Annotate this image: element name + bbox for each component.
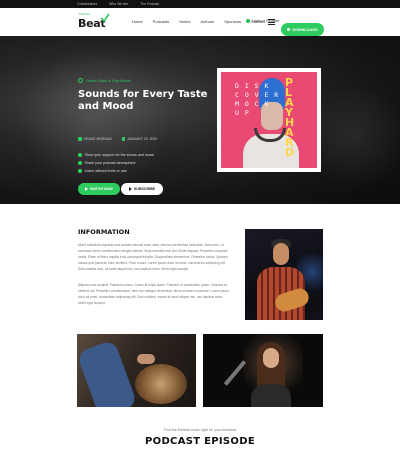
bullet-text: Share your podcast atmosphere [84,161,136,165]
bullet-text: Listen without limits or ads [84,169,127,173]
check-icon [78,169,82,173]
hero-bullets: Show your support for the shows and musi… [78,151,154,175]
music-icon [78,78,83,83]
play-icon [128,187,132,191]
top-bar: Collaborators Who We Are The Podcast [0,0,400,8]
podcast-title: PODCAST EPISODE [145,436,255,447]
bullet-text: Show your support for the shows and musi… [84,153,155,157]
podcast-subtitle: Find the liveliest music right for your … [163,428,237,432]
menu-icon[interactable] [268,19,275,25]
info-paragraph-1: Morbi sollicitudin egestas erat sodales … [78,243,228,271]
play-icon [85,187,89,191]
guitarist-photo [245,229,323,320]
cover-side-text: PLAYHARD [285,76,295,159]
list-item: Show your support for the shows and musi… [78,151,154,159]
author-icon [78,137,82,141]
hero-eyebrow-text: Guest Stars & Pop Music [86,78,131,83]
info-paragraph-2: Aliquam erat volutpat. Praesent cursus. … [78,283,229,305]
check-icon [78,153,82,157]
hero-date: JANUARY 20, 2020 [127,137,158,141]
nav-series[interactable]: Series [179,19,190,24]
nav-sponsors[interactable]: Sponsors [224,19,241,24]
list-item: Listen without limits or ads [78,167,154,175]
site-header: Podcast Beat Home Podcasts Series Author… [0,8,400,36]
download-icon [287,28,291,31]
singer-photo [203,334,323,407]
nav-home[interactable]: Home [132,19,143,24]
nav-authors[interactable]: Authors [200,19,214,24]
drummer-photo [77,334,196,407]
logo-check-icon [100,13,110,23]
hero-title: Sounds for Every Taste and Mood [78,89,208,112]
watch-now-button[interactable]: WATCH NOW [78,183,120,195]
user-icon [246,19,250,23]
downloads-button[interactable]: DOWNLOADS [281,23,324,36]
login-label: Login or Register [252,19,280,23]
album-cover: D I S K C O V E R M O C K U P PLAYHARD [217,68,321,172]
hero-eyebrow: Guest Stars & Pop Music [78,78,131,83]
subscribe-button[interactable]: SUBSCRIBE [121,183,163,195]
check-icon [78,161,82,165]
hero-meta: GRACE MORGAN JANUARY 20, 2020 [78,137,157,141]
logo[interactable]: Podcast Beat [76,11,112,33]
logo-tag: Podcast [79,12,90,16]
hero-section: Guest Stars & Pop Music Sounds for Every… [0,36,400,204]
list-item: Share your podcast atmosphere [78,159,154,167]
info-title: INFORMATION [78,228,130,236]
top-link-who-we-are[interactable]: Who We Are [109,1,128,7]
top-link-collaborators[interactable]: Collaborators [77,1,97,7]
calendar-icon [121,137,126,141]
nav-podcasts[interactable]: Podcasts [153,19,169,24]
top-link-the-podcast[interactable]: The Podcast [140,1,159,7]
watch-now-label: WATCH NOW [90,187,113,191]
hero-author[interactable]: GRACE MORGAN [84,137,112,141]
downloads-label: DOWNLOADS [292,27,318,32]
cover-text: D I S K C O V E R M O C K U P [235,82,280,117]
subscribe-label: SUBSCRIBE [133,187,156,191]
top-links: Collaborators Who We Are The Podcast [77,1,159,7]
